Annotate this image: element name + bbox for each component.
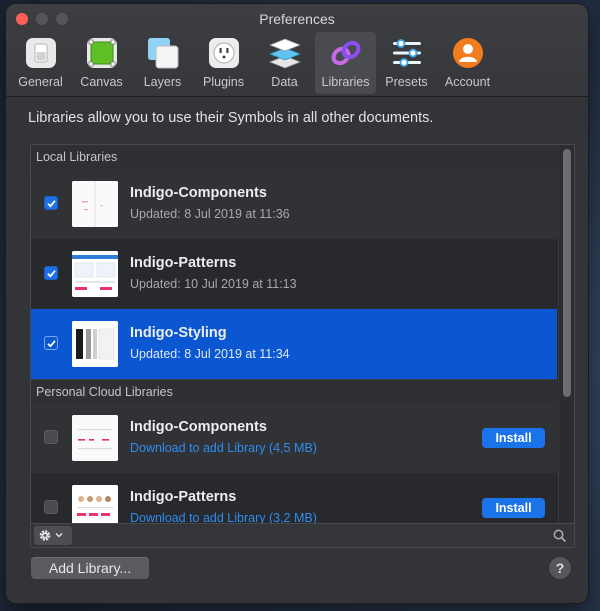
library-thumbnail	[72, 321, 118, 367]
preferences-window: Preferences General Canvas Layers Plugin…	[6, 4, 588, 603]
libraries-list: Local Libraries Indigo-Components Update…	[30, 144, 575, 548]
tab-presets-label: Presets	[385, 75, 428, 89]
libraries-scrollbar[interactable]	[558, 145, 574, 523]
library-download-link[interactable]: Download to add Library (4,5 MB)	[130, 441, 317, 455]
library-thumbnail	[72, 415, 118, 461]
scrollbar-thumb[interactable]	[563, 149, 571, 397]
tab-general-label: General	[18, 75, 63, 89]
library-name: Indigo-Patterns	[130, 255, 237, 271]
tab-canvas-label: Canvas	[80, 75, 123, 89]
tab-data[interactable]: Data	[254, 32, 315, 94]
tab-presets[interactable]: Presets	[376, 32, 437, 94]
library-enabled-checkbox[interactable]	[44, 500, 58, 514]
library-row-local-indigo-components[interactable]: Indigo-Components Updated: 8 Jul 2019 at…	[31, 169, 557, 239]
library-enabled-checkbox[interactable]	[44, 336, 58, 350]
libraries-intro-text: Libraries allow you to use their Symbols…	[28, 110, 434, 126]
cloud-libraries-heading: Personal Cloud Libraries	[31, 379, 557, 403]
data-stack-icon	[268, 38, 302, 69]
checkmark-icon	[47, 340, 56, 348]
checkmark-icon	[47, 200, 56, 208]
library-name: Indigo-Styling	[130, 325, 227, 341]
library-enabled-checkbox[interactable]	[44, 266, 58, 280]
library-name: Indigo-Patterns	[130, 489, 237, 505]
library-options-button[interactable]	[34, 526, 72, 545]
library-thumbnail	[72, 251, 118, 297]
tab-data-label: Data	[271, 75, 298, 89]
install-button[interactable]: Install	[482, 428, 545, 448]
tab-libraries-label: Libraries	[321, 75, 370, 89]
libraries-list-footer	[31, 523, 574, 547]
library-enabled-checkbox[interactable]	[44, 196, 58, 210]
tab-canvas[interactable]: Canvas	[71, 32, 132, 94]
preferences-toolbar: General Canvas Layers Plugins Data Libra…	[10, 32, 498, 94]
tab-libraries[interactable]: Libraries	[315, 32, 376, 94]
library-row-cloud-indigo-components[interactable]: Indigo-Components Download to add Librar…	[31, 403, 557, 473]
title-bar: Preferences General Canvas Layers Plugin…	[6, 4, 588, 97]
switch-icon	[26, 38, 56, 68]
search-icon[interactable]	[552, 528, 568, 544]
tab-general[interactable]: General	[10, 32, 71, 94]
library-name: Indigo-Components	[130, 185, 267, 201]
library-row-local-indigo-styling[interactable]: Indigo-Styling Updated: 8 Jul 2019 at 11…	[31, 309, 557, 379]
help-button[interactable]: ?	[549, 557, 571, 579]
tab-plugins[interactable]: Plugins	[193, 32, 254, 94]
layers-icon	[148, 38, 179, 69]
install-button[interactable]: Install	[482, 498, 545, 518]
library-updated-date: Updated: 8 Jul 2019 at 11:34	[130, 347, 290, 361]
tab-account-label: Account	[444, 75, 491, 89]
library-row-local-indigo-patterns[interactable]: Indigo-Patterns Updated: 10 Jul 2019 at …	[31, 239, 557, 309]
library-updated-date: Updated: 8 Jul 2019 at 11:36	[130, 207, 290, 221]
library-enabled-checkbox[interactable]	[44, 430, 58, 444]
gear-icon	[39, 530, 63, 541]
tab-plugins-label: Plugins	[203, 75, 244, 89]
plug-icon	[209, 38, 239, 68]
local-libraries-heading: Local Libraries	[31, 145, 557, 169]
libraries-link-icon	[331, 40, 361, 66]
add-library-button[interactable]: Add Library...	[31, 557, 149, 579]
library-name: Indigo-Components	[130, 419, 267, 435]
checkmark-icon	[47, 270, 56, 278]
account-icon	[453, 38, 483, 68]
window-title: Preferences	[259, 11, 335, 27]
library-thumbnail	[72, 181, 118, 227]
chevron-down-icon	[55, 533, 63, 538]
tab-account[interactable]: Account	[437, 32, 498, 94]
canvas-icon	[87, 38, 117, 68]
tab-layers[interactable]: Layers	[132, 32, 193, 94]
tab-layers-label: Layers	[143, 75, 182, 89]
library-updated-date: Updated: 10 Jul 2019 at 11:13	[130, 277, 297, 291]
sliders-icon	[393, 39, 421, 67]
